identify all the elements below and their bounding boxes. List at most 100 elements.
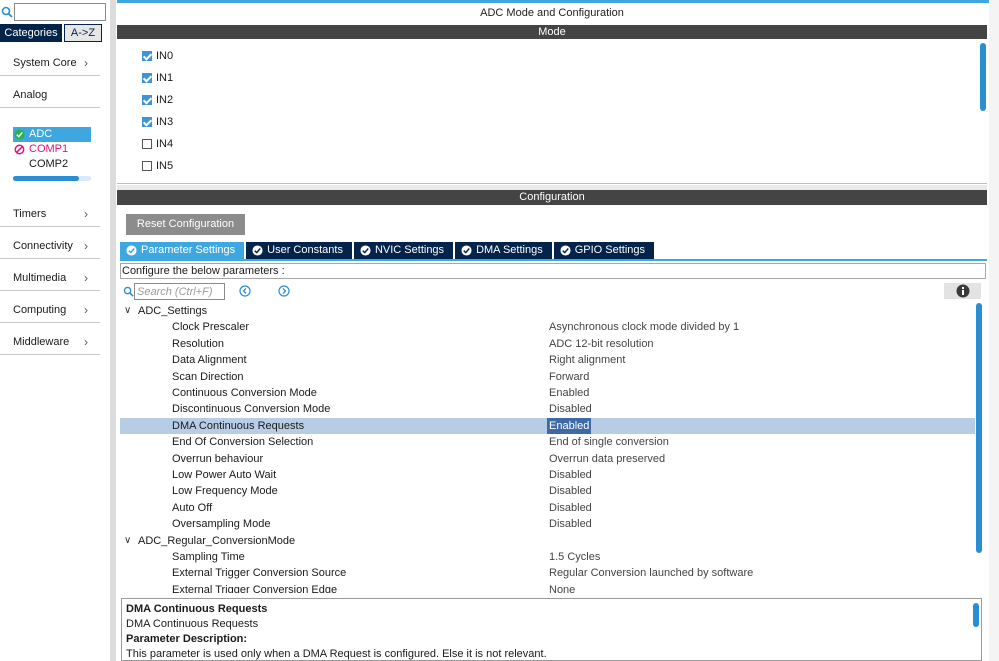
parameter-name: Resolution [172, 337, 224, 350]
mode-input-in4[interactable]: IN4 [142, 136, 173, 152]
parameter-value[interactable]: Right alignment [549, 352, 625, 368]
chevron-down-icon[interactable]: ∨ [124, 303, 131, 319]
parameter-row[interactable]: External Trigger Conversion Edge None [120, 582, 975, 593]
parameter-value[interactable]: Disabled [549, 467, 592, 483]
parameter-row[interactable]: Overrun behaviour Overrun data preserved [120, 451, 975, 467]
mode-scrollbar[interactable] [980, 43, 986, 111]
parameter-row[interactable]: Sampling Time 1.5 Cycles [120, 549, 975, 565]
check-circle-icon [461, 245, 472, 256]
checkbox[interactable] [142, 139, 152, 149]
parameter-row[interactable]: Low Frequency Mode Disabled [120, 483, 975, 499]
parameter-name: Discontinuous Conversion Mode [172, 403, 331, 416]
parameter-value[interactable]: Asynchronous clock mode divided by 1 [549, 319, 739, 335]
category-label: Analog [13, 89, 48, 101]
parameter-name: Clock Prescaler [172, 321, 250, 334]
parameter-name: Scan Direction [172, 370, 244, 383]
mode-input-in0[interactable]: IN0 [142, 48, 173, 64]
mode-input-in5[interactable]: IN5 [142, 158, 173, 174]
parameter-row[interactable]: Discontinuous Conversion Mode Disabled [120, 401, 975, 417]
parameter-value[interactable]: Disabled [549, 516, 592, 532]
tab-categories[interactable]: Categories [0, 24, 62, 42]
parameter-value[interactable]: Forward [549, 369, 589, 385]
search-icon[interactable] [1, 6, 13, 18]
analog-scrollbar-thumb[interactable] [13, 176, 79, 181]
parameter-value[interactable]: Overrun data preserved [549, 451, 665, 467]
mode-input-label: IN2 [156, 94, 174, 106]
analog-item-comp1[interactable]: COMP1 [13, 142, 93, 157]
panel-divider[interactable] [110, 0, 116, 661]
category-computing[interactable]: Computing › [0, 297, 100, 323]
parameter-value[interactable]: 1.5 Cycles [549, 549, 600, 565]
tab-parameter-settings[interactable]: Parameter Settings [120, 242, 245, 259]
category-label: Timers [13, 208, 47, 220]
check-circle-icon [252, 245, 263, 256]
parameter-tree-scrollbar[interactable] [976, 303, 982, 553]
description-subtitle: DMA Continuous Requests [126, 618, 259, 630]
checkbox[interactable] [142, 117, 152, 127]
check-circle-icon [360, 245, 371, 256]
category-timers[interactable]: Timers › [0, 201, 100, 227]
chevron-right-icon: › [84, 239, 88, 253]
info-button[interactable] [944, 283, 981, 299]
parameter-row[interactable]: External Trigger Conversion Source Regula… [120, 565, 975, 581]
parameter-name: Auto Off [172, 501, 213, 514]
parameter-row[interactable]: End Of Conversion Selection End of single… [120, 434, 975, 450]
analog-item-adc[interactable]: ADC [13, 127, 91, 142]
analog-scrollbar[interactable] [13, 176, 91, 181]
parameter-row[interactable]: Scan Direction Forward [120, 369, 975, 385]
parameter-search-input[interactable] [134, 283, 225, 300]
analog-item-comp2[interactable]: COMP2 [13, 157, 93, 172]
tab-nvic-settings[interactable]: NVIC Settings [353, 242, 454, 259]
category-connectivity[interactable]: Connectivity › [0, 233, 100, 259]
parameter-row[interactable]: Oversampling Mode Disabled [120, 516, 975, 532]
sidebar-search-input[interactable] [14, 3, 106, 21]
parameter-row[interactable]: Data Alignment Right alignment [120, 352, 975, 368]
parameter-value[interactable]: Regular Conversion launched by software [549, 565, 753, 581]
parameter-value[interactable]: Enabled [547, 417, 592, 434]
mode-input-in2[interactable]: IN2 [142, 92, 173, 108]
chevron-down-icon[interactable]: ∨ [124, 533, 131, 549]
tab-a-z[interactable]: A->Z [62, 24, 102, 42]
tab-gpio-settings[interactable]: GPIO Settings [553, 242, 655, 259]
parameter-value[interactable]: Enabled [549, 385, 589, 401]
category-label: Middleware [13, 336, 70, 348]
parameter-value[interactable]: Disabled [549, 401, 592, 417]
search-icon[interactable] [123, 286, 134, 297]
tab-user-constants[interactable]: User Constants [246, 242, 352, 259]
parameter-row[interactable]: Clock Prescaler Asynchronous clock mode d… [120, 319, 975, 335]
parameter-value[interactable]: ADC 12-bit resolution [549, 336, 654, 352]
page-title: ADC Mode and Configuration [480, 7, 624, 19]
category-middleware[interactable]: Middleware › [0, 329, 100, 355]
checkbox[interactable] [142, 161, 152, 171]
reset-configuration-button[interactable]: Reset Configuration [126, 214, 245, 235]
category-system-core[interactable]: System Core › [0, 50, 100, 76]
parameter-row[interactable]: Low Power Auto Wait Disabled [120, 467, 975, 483]
parameter-name: DMA Continuous Requests [172, 419, 305, 432]
previous-match-icon[interactable] [239, 285, 251, 297]
parameter-row[interactable]: DMA Continuous Requests Enabled [120, 417, 975, 434]
parameter-group[interactable]: ∨ ADC_Regular_ConversionMode [120, 533, 975, 549]
parameter-row[interactable]: Continuous Conversion Mode Enabled [120, 385, 975, 401]
mode-input-in3[interactable]: IN3 [142, 114, 173, 130]
parameter-row[interactable]: Resolution ADC 12-bit resolution [120, 336, 975, 352]
checkbox[interactable] [142, 73, 152, 83]
checkbox[interactable] [142, 95, 152, 105]
next-match-icon[interactable] [278, 285, 290, 297]
checkbox[interactable] [142, 51, 152, 61]
parameter-group[interactable]: ∨ ADC_Settings [120, 303, 975, 319]
description-scrollbar[interactable] [973, 603, 979, 627]
tab-dma-settings[interactable]: DMA Settings [455, 242, 552, 259]
category-label: System Core [13, 57, 77, 69]
category-label: Multimedia [13, 272, 67, 284]
parameter-value[interactable]: None [549, 582, 575, 593]
mode-input-in1[interactable]: IN1 [142, 70, 173, 86]
tab-label: GPIO Settings [574, 244, 646, 256]
category-analog[interactable]: Analog [0, 82, 100, 108]
category-tabs: Categories A->Z [0, 24, 107, 42]
category-multimedia[interactable]: Multimedia › [0, 265, 100, 291]
parameter-value[interactable]: Disabled [549, 500, 592, 516]
parameter-value[interactable]: Disabled [549, 483, 592, 499]
parameter-value[interactable]: End of single conversion [549, 434, 669, 450]
check-circle-icon [126, 245, 137, 256]
parameter-row[interactable]: Auto Off Disabled [120, 500, 975, 516]
